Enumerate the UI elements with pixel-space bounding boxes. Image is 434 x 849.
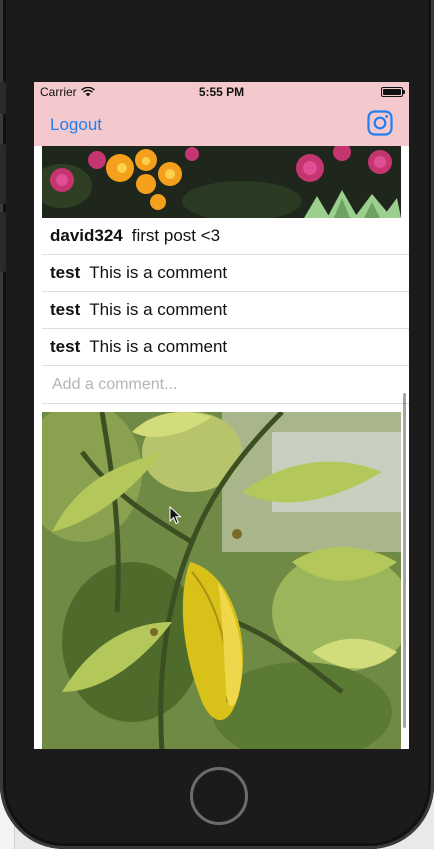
post-image-leaves bbox=[42, 412, 401, 749]
battery-icon bbox=[381, 87, 405, 97]
post-author[interactable]: david324 bbox=[50, 226, 123, 246]
caption-row: david324 first post <3 bbox=[42, 218, 409, 255]
add-comment-input[interactable] bbox=[50, 375, 384, 395]
comment-user[interactable]: test bbox=[50, 263, 80, 283]
status-bar: Carrier 5:55 PM bbox=[34, 82, 409, 102]
desktop-background: Ru e J Logout Carrier bbox=[0, 0, 434, 849]
flowers-image bbox=[42, 146, 401, 218]
simulator-screen: Logout Carrier 5:55 PM david324 first po… bbox=[34, 82, 409, 749]
comment-text: This is a comment bbox=[89, 300, 228, 319]
status-time: 5:55 PM bbox=[198, 85, 245, 99]
vertical-scrollbar[interactable] bbox=[403, 393, 406, 728]
comment-text: This is a comment bbox=[89, 263, 228, 282]
mute-switch bbox=[0, 82, 6, 114]
volume-down-button bbox=[0, 212, 6, 272]
leaves-image bbox=[42, 412, 401, 749]
comment-user[interactable]: test bbox=[50, 300, 80, 320]
add-comment-row bbox=[42, 366, 409, 404]
post-image-flowers bbox=[42, 146, 401, 218]
home-button[interactable] bbox=[190, 767, 248, 825]
comment-text: This is a comment bbox=[89, 337, 228, 356]
mouse-cursor-icon bbox=[169, 506, 182, 525]
comment-row: test This is a comment bbox=[42, 255, 409, 292]
feed-scroll-view[interactable]: david324 first post <3 test This is a co… bbox=[34, 146, 409, 749]
comment-row: test This is a comment bbox=[42, 292, 409, 329]
instagram-camera-icon[interactable] bbox=[367, 110, 393, 136]
post-caption: first post <3 bbox=[131, 226, 221, 245]
volume-up-button bbox=[0, 144, 6, 204]
logout-button[interactable]: Logout bbox=[50, 115, 102, 135]
battery-level bbox=[383, 89, 401, 95]
comment-row: test This is a comment bbox=[42, 329, 409, 366]
comment-user[interactable]: test bbox=[50, 337, 80, 357]
